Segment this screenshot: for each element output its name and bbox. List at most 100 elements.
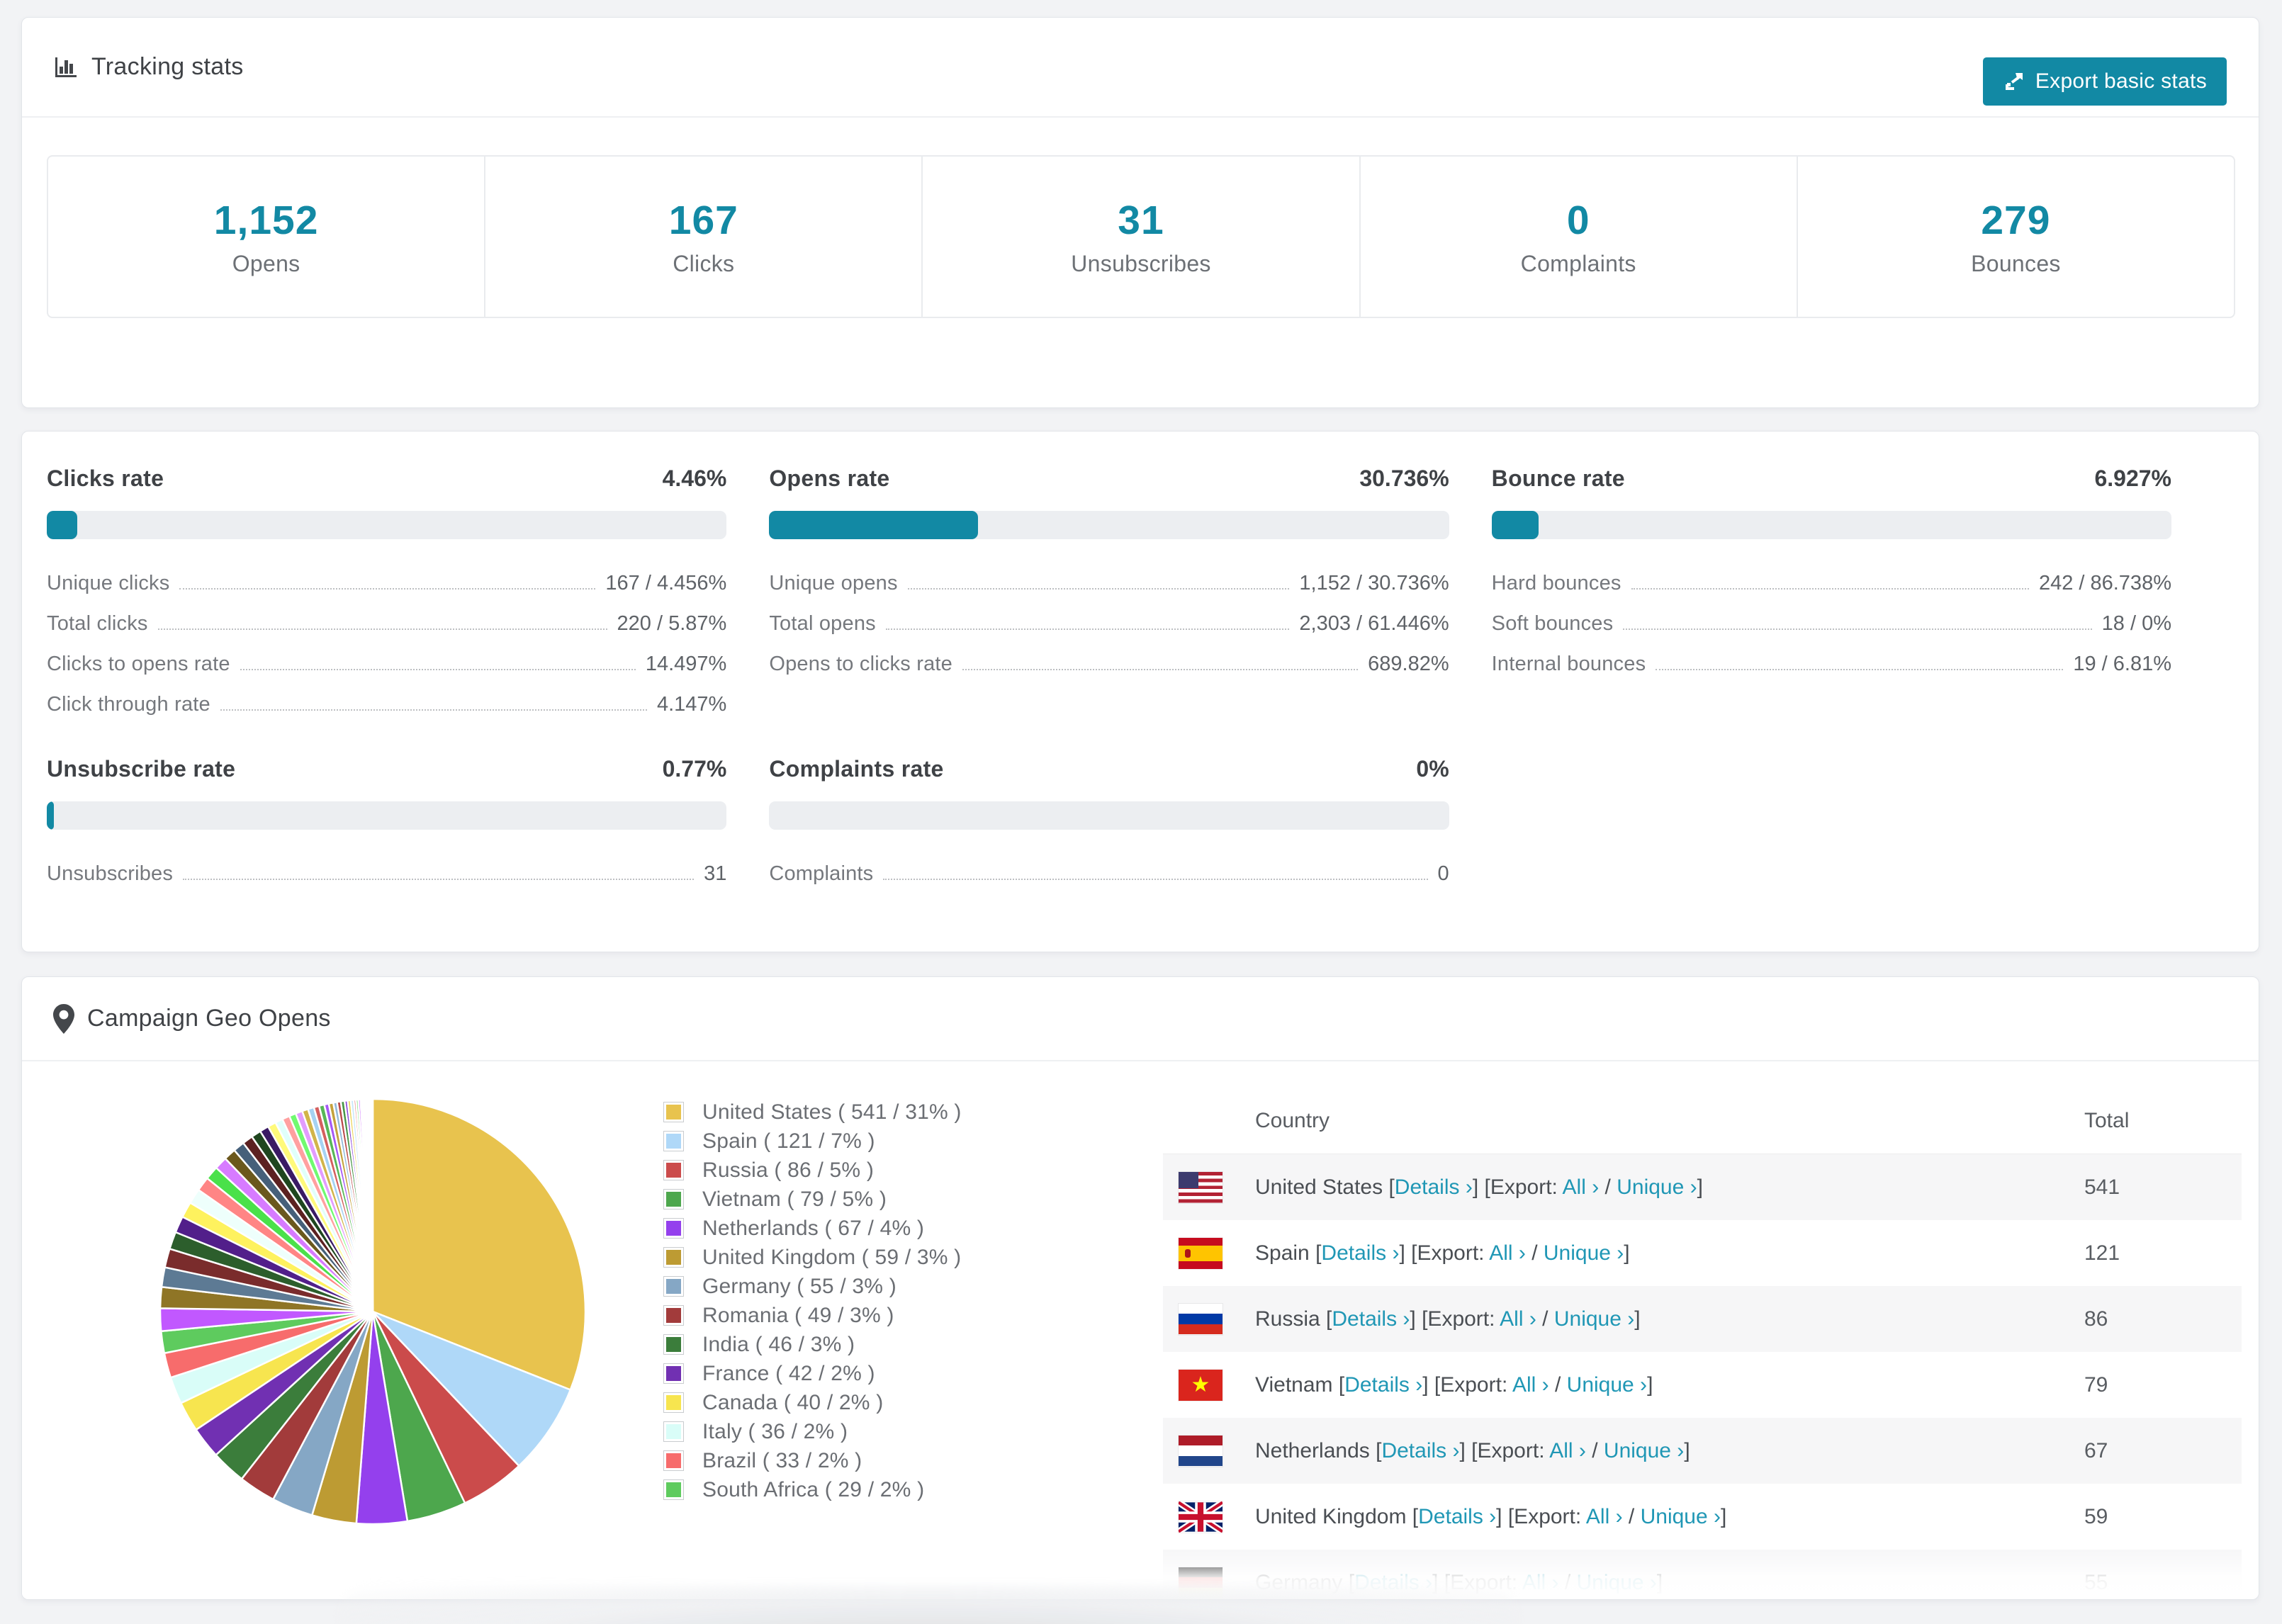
table-header-row: Country Total (1163, 1088, 2242, 1154)
export-all-link[interactable]: All › (1522, 1571, 1559, 1594)
rate-progress-fill (47, 511, 77, 539)
stat-cell-unsubscribes: 31 Unsubscribes (921, 157, 1359, 317)
country-name: United Kingdom (1255, 1504, 1412, 1528)
export-unique-link[interactable]: Unique › (1617, 1175, 1697, 1199)
stat-value: 167 (668, 197, 738, 243)
legend-label: Canada ( 40 / 2% ) (702, 1390, 884, 1414)
legend-item: Romania ( 49 / 3% ) (663, 1301, 962, 1330)
map-pin-icon (53, 1003, 74, 1034)
rate-detail-label: Total clicks (47, 612, 148, 635)
rate-detail-label: Internal bounces (1491, 653, 1646, 675)
rate-detail-value: 220 / 5.87% (617, 612, 727, 635)
country-cell: Netherlands [Details ›] [Export: All › /… (1255, 1438, 1690, 1462)
rates-card: Clicks rate 4.46% Unique clicks 167 / 4.456… (21, 431, 2259, 952)
flag-us (1179, 1171, 1222, 1203)
table-row-spain: Spain [Details ›] [Export: All › / Uniqu… (1163, 1220, 2242, 1286)
rate-detail-value: 689.82% (1368, 653, 1449, 675)
legend-swatch (663, 1102, 684, 1122)
bottom-blur-overlay (340, 1586, 1517, 1624)
export-all-link[interactable]: All › (1549, 1439, 1586, 1462)
legend-item: Brazil ( 33 / 2% ) (663, 1446, 962, 1475)
rate-detail-label: Click through rate (47, 693, 210, 716)
rate-detail-label: Unsubscribes (47, 862, 174, 885)
details-link[interactable]: Details › (1332, 1307, 1410, 1331)
rate-detail-label: Hard bounces (1491, 572, 1621, 594)
export-unique-link[interactable]: Unique › (1641, 1505, 1721, 1528)
export-all-link[interactable]: All › (1563, 1175, 1600, 1199)
rate-progress-fill (1491, 511, 1539, 539)
flag-nl (1179, 1435, 1222, 1467)
export-unique-link[interactable]: Unique › (1577, 1571, 1657, 1594)
export-all-link[interactable]: All › (1586, 1505, 1623, 1528)
legend-swatch (663, 1334, 684, 1355)
rate-detail-row: Soft bounces 18 / 0% (1492, 601, 2171, 641)
tracking-stats-title: Tracking stats (53, 53, 244, 81)
legend-item: Canada ( 40 / 2% ) (663, 1388, 962, 1417)
rate-progress-bar (769, 801, 1449, 830)
dotted-leader (1631, 588, 2029, 590)
country-name: Spain (1255, 1241, 1316, 1265)
rate-detail-row: Unique clicks 167 / 4.456% (47, 560, 726, 601)
summary-stats-row: 1,152 Opens 167 Clicks 31 Unsubscribes 0 Compla… (47, 155, 2235, 318)
rate-detail-label: Clicks to opens rate (47, 653, 230, 675)
rate-detail-row: Unique opens 1,152 / 30.736% (769, 560, 1449, 601)
rate-detail-label: Total opens (769, 612, 876, 635)
legend-item: Russia ( 86 / 5% ) (663, 1156, 962, 1185)
geo-opens-pie-chart (153, 1092, 592, 1531)
stat-label: Opens (232, 250, 300, 276)
legend-label: Vietnam ( 79 / 5% ) (702, 1187, 887, 1211)
rate-detail-value: 19 / 6.81% (2073, 653, 2171, 675)
pie-slice (371, 1098, 374, 1313)
legend-label: United States ( 541 / 31% ) (702, 1100, 962, 1124)
rate-detail-value: 242 / 86.738% (2038, 572, 2171, 594)
legend-swatch (663, 1421, 684, 1442)
rate-detail-label: Unique clicks (47, 572, 170, 594)
legend-item: South Africa ( 29 / 2% ) (663, 1475, 962, 1504)
export-all-link[interactable]: All › (1489, 1241, 1526, 1265)
dotted-leader (183, 879, 695, 880)
export-unique-link[interactable]: Unique › (1604, 1439, 1684, 1462)
rate-progress-bar (47, 511, 727, 539)
rate-detail-label: Complaints (769, 862, 874, 885)
details-link[interactable]: Details › (1418, 1505, 1496, 1528)
rate-section-title: Bounce rate (1491, 466, 1625, 491)
column-header-total: Total (2084, 1108, 2130, 1132)
total-cell: 59 (2084, 1504, 2108, 1528)
export-all-link[interactable]: All › (1500, 1307, 1536, 1331)
country-cell: United States [Details ›] [Export: All ›… (1255, 1175, 1703, 1199)
legend-label: United Kingdom ( 59 / 3% ) (702, 1245, 962, 1269)
export-basic-stats-button[interactable]: Export basic stats (1982, 57, 2227, 106)
page-title: Tracking stats (91, 53, 244, 80)
rate-detail-row: Total opens 2,303 / 61.446% (769, 601, 1449, 641)
dotted-leader (179, 588, 596, 590)
details-link[interactable]: Details › (1321, 1241, 1399, 1265)
tracking-stats-header: Tracking stats Export basic stats (22, 18, 2259, 118)
rate-section-value: 0% (1416, 756, 1449, 782)
legend-swatch (663, 1247, 684, 1268)
export-unique-link[interactable]: Unique › (1567, 1373, 1647, 1397)
details-link[interactable]: Details › (1395, 1175, 1473, 1199)
stat-value: 0 (1566, 197, 1590, 243)
export-unique-link[interactable]: Unique › (1554, 1307, 1634, 1331)
export-unique-link[interactable]: Unique › (1544, 1241, 1624, 1265)
rate-section-title: Opens rate (769, 466, 890, 491)
country-cell: Russia [Details ›] [Export: All › / Uniq… (1255, 1307, 1641, 1331)
rate-detail-row: Opens to clicks rate 689.82% (769, 641, 1449, 682)
dotted-leader (240, 669, 636, 670)
details-link[interactable]: Details › (1381, 1439, 1459, 1462)
legend-label: Russia ( 86 / 5% ) (702, 1158, 875, 1182)
rate-progress-bar (1491, 511, 2171, 539)
legend-swatch (663, 1450, 684, 1471)
legend-item: Spain ( 121 / 7% ) (663, 1127, 962, 1156)
rate-detail-value: 14.497% (645, 653, 727, 675)
legend-label: India ( 46 / 3% ) (702, 1332, 855, 1356)
legend-swatch (663, 1305, 684, 1326)
export-all-link[interactable]: All › (1512, 1373, 1549, 1397)
stat-cell-complaints: 0 Complaints (1359, 157, 1797, 317)
details-link[interactable]: Details › (1344, 1373, 1422, 1397)
legend-item: France ( 42 / 2% ) (663, 1359, 962, 1388)
rate-detail-row: Complaints 0 (769, 851, 1449, 891)
rates-grid: Clicks rate 4.46% Unique clicks 167 / 4.456… (22, 432, 2259, 891)
export-button-label: Export basic stats (2035, 69, 2207, 93)
legend-label: Spain ( 121 / 7% ) (702, 1129, 875, 1153)
